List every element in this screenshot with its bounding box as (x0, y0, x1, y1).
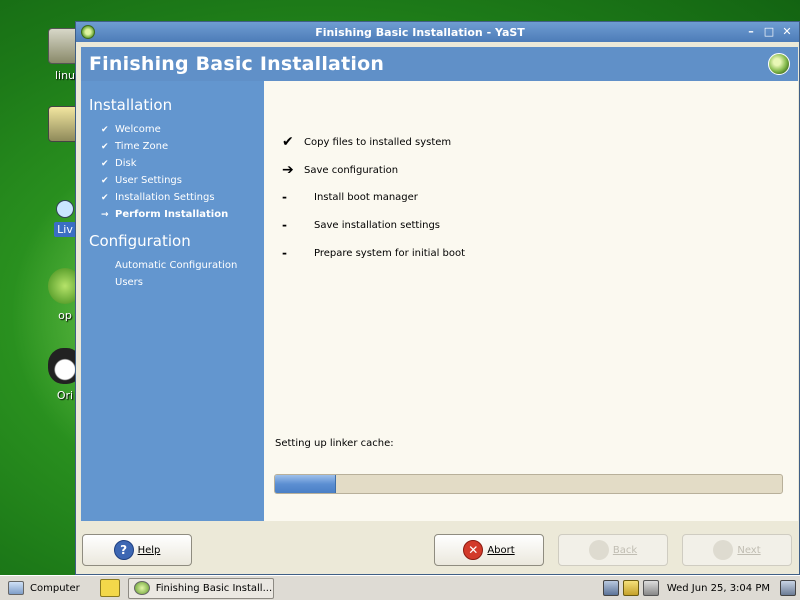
back-button[interactable]: Back (558, 534, 668, 566)
desktop-icon-label: op (58, 309, 72, 322)
task-label: Prepare system for initial boot (314, 247, 466, 259)
window-titlebar[interactable]: Finishing Basic Installation - YaST – □ … (76, 22, 799, 42)
help-button-label: Help (137, 544, 161, 556)
back-icon (588, 540, 609, 560)
dash-icon: - (282, 218, 287, 232)
sidebar-step-label: Time Zone (115, 141, 169, 152)
yast-icon (81, 25, 95, 39)
system-tray: Wed Jun 25, 3:04 PM (602, 580, 800, 596)
computer-menu-label: Computer (30, 582, 80, 594)
yast-icon (133, 581, 150, 595)
close-icon[interactable]: ✕ (781, 26, 793, 38)
help-button[interactable]: ? Help (82, 534, 192, 566)
progress-bar (274, 474, 783, 494)
sidebar-step-label: User Settings (115, 175, 182, 186)
sidebar-section-installation: Installation (89, 96, 173, 114)
clock[interactable]: Wed Jun 25, 3:04 PM (667, 583, 770, 594)
task-label: Install boot manager (314, 191, 418, 203)
task-label: Save installation settings (314, 219, 440, 231)
dash-icon: - (282, 246, 287, 260)
sidebar-step-disk: ✔ Disk (89, 155, 264, 172)
progress-label: Setting up linker cache: (275, 438, 394, 449)
arrow-right-icon: ➔ (282, 162, 294, 178)
sidebar-step-perform-installation: → Perform Installation (89, 206, 264, 223)
progress-bar-fill (275, 475, 336, 493)
sidebar-step-users: Users (89, 274, 264, 291)
sidebar-step-label: Welcome (115, 124, 161, 135)
desktop-icon-label: Ori (56, 389, 74, 402)
task-prepare-system: - Prepare system for initial boot (282, 246, 465, 260)
show-desktop-icon[interactable] (780, 580, 796, 596)
window-title: Finishing Basic Installation - YaST (315, 25, 525, 39)
computer-menu[interactable]: Computer (8, 581, 80, 595)
sidebar-step-label: Perform Installation (115, 209, 229, 220)
updater-icon[interactable] (622, 580, 639, 596)
page-banner: Finishing Basic Installation (81, 47, 798, 81)
help-icon: ? (113, 540, 134, 560)
disc-icon (56, 200, 74, 218)
task-install-boot-manager: - Install boot manager (282, 190, 418, 204)
yast-window: Finishing Basic Installation - YaST – □ … (75, 21, 800, 575)
task-save-installation-settings: - Save installation settings (282, 218, 440, 232)
sidebar-step-user-settings: ✔ User Settings (89, 172, 264, 189)
button-bar: ? Help ✕ Abort Back Next (76, 522, 799, 574)
check-icon: ✔ (101, 141, 109, 152)
back-button-label: Back (612, 544, 638, 556)
sidebar-step-automatic-configuration: Automatic Configuration (89, 257, 264, 274)
task-copy-files: ✔ Copy files to installed system (282, 134, 451, 150)
abort-button-label: Abort (487, 544, 515, 556)
sidebar-step-label: Installation Settings (115, 192, 215, 203)
taskbar-window-label: Finishing Basic Install... (155, 582, 273, 594)
check-icon: ✔ (101, 124, 109, 135)
task-label: Save configuration (304, 164, 399, 176)
sidebar-step-label: Automatic Configuration (115, 260, 238, 271)
abort-icon: ✕ (463, 540, 484, 560)
check-icon: ✔ (101, 192, 109, 203)
minimize-icon[interactable]: – (745, 26, 757, 38)
taskbar-window-button[interactable]: Finishing Basic Install... (127, 577, 274, 599)
sidebar-step-label: Users (115, 277, 144, 288)
dash-icon: - (282, 190, 287, 204)
check-icon: ✔ (101, 175, 109, 186)
gecko-icon (768, 53, 790, 75)
maximize-icon[interactable]: □ (763, 26, 775, 38)
page-title: Finishing Basic Installation (89, 53, 385, 75)
desktop-icon-label: Liv (54, 222, 76, 237)
arrow-right-icon: → (101, 209, 109, 220)
check-icon: ✔ (282, 134, 294, 150)
sidebar-step-label: Disk (115, 158, 137, 169)
sidebar-step-installation-settings: ✔ Installation Settings (89, 189, 264, 206)
sidebar-step-time-zone: ✔ Time Zone (89, 138, 264, 155)
check-icon: ✔ (101, 158, 109, 169)
task-label: Copy files to installed system (304, 136, 452, 148)
notes-icon[interactable] (99, 579, 120, 597)
computer-icon (8, 581, 24, 595)
next-button-label: Next (737, 544, 761, 556)
next-button[interactable]: Next (682, 534, 792, 566)
main-content: ✔ Copy files to installed system ➔ Save … (264, 81, 798, 521)
volume-icon[interactable] (642, 580, 659, 596)
steps-sidebar: Installation ✔ Welcome ✔ Time Zone ✔ Dis… (81, 81, 264, 521)
next-icon (713, 540, 734, 560)
network-icon[interactable] (602, 580, 619, 596)
abort-button[interactable]: ✕ Abort (434, 534, 544, 566)
taskbar: Computer Finishing Basic Install... Wed … (0, 575, 800, 600)
sidebar-step-welcome: ✔ Welcome (89, 121, 264, 138)
task-save-configuration: ➔ Save configuration (282, 162, 398, 178)
sidebar-section-configuration: Configuration (89, 232, 191, 250)
